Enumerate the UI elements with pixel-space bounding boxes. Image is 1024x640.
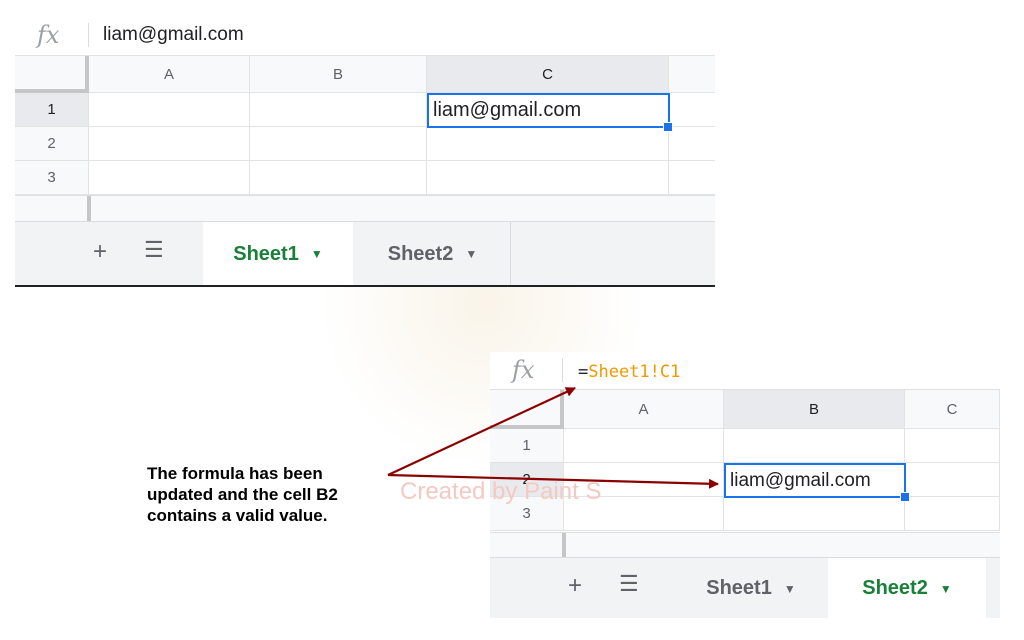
cell-a1[interactable]	[89, 93, 250, 127]
tab-sheet2[interactable]: Sheet2 ▼	[828, 558, 986, 618]
table-row: 1	[490, 429, 1000, 463]
column-header-b[interactable]: B	[724, 390, 905, 429]
tab-label: Sheet2	[862, 577, 928, 599]
formula-input[interactable]: =Sheet1!C1	[578, 361, 680, 383]
cell-a2[interactable]	[89, 127, 250, 161]
row-header-2[interactable]: 2	[15, 127, 89, 161]
fx-icon: fx	[37, 21, 60, 49]
cell-b2[interactable]	[250, 127, 427, 161]
row-header-3[interactable]: 3	[15, 161, 89, 195]
cell-b3[interactable]	[724, 497, 905, 531]
cell-d1[interactable]	[669, 93, 715, 127]
tab-sheet1[interactable]: Sheet1 ▼	[203, 222, 353, 285]
column-header-a[interactable]: A	[564, 390, 724, 429]
tab-sheet2[interactable]: Sheet2 ▼	[355, 222, 510, 285]
watermark-text: Created by Paint S	[400, 478, 602, 505]
frozen-divider	[562, 533, 566, 558]
formula-bar: fx liam@gmail.com	[15, 15, 715, 56]
horizontal-scroll-area	[490, 532, 1000, 558]
list-icon[interactable]: ☰	[619, 571, 639, 597]
tab-label: Sheet2	[387, 242, 454, 265]
cell-c3[interactable]	[427, 161, 669, 195]
column-header-c[interactable]: C	[905, 390, 1000, 429]
column-header-d[interactable]	[669, 56, 715, 93]
annotation-line-1: The formula has been	[147, 464, 323, 483]
formula-bar: fx =Sheet1!C1	[490, 352, 1000, 390]
cell-c3[interactable]	[905, 497, 1000, 531]
plus-icon[interactable]: +	[93, 238, 107, 266]
fx-icon: fx	[512, 356, 535, 384]
caret-down-icon: ▼	[783, 581, 796, 596]
fill-handle[interactable]	[900, 492, 910, 502]
caret-down-icon: ▼	[310, 247, 323, 261]
tab-label: Sheet1	[706, 577, 772, 599]
tab-divider	[510, 222, 511, 285]
column-header-row: A B C	[490, 390, 1000, 429]
sheet-tab-bar: + ☰ Sheet1 ▼ Sheet2 ▼	[490, 557, 1000, 618]
formula-bar-divider	[562, 358, 563, 382]
plus-icon[interactable]: +	[568, 572, 582, 600]
frozen-divider	[87, 196, 91, 222]
select-all-corner[interactable]	[490, 390, 564, 429]
sheet1-screenshot: fx liam@gmail.com A B C 1 2 3 liam@gmail…	[15, 15, 715, 287]
cell-c1-selected[interactable]: liam@gmail.com	[427, 93, 670, 128]
formula-reference: Sheet1!C1	[588, 362, 681, 382]
formula-bar-divider	[88, 23, 89, 47]
horizontal-scroll-area	[15, 195, 715, 222]
annotation-line-2: updated and the cell B2	[147, 485, 338, 504]
cell-d3[interactable]	[669, 161, 715, 195]
cell-b1[interactable]	[724, 429, 905, 463]
caret-down-icon: ▼	[939, 581, 952, 596]
select-all-corner[interactable]	[15, 56, 89, 93]
list-icon[interactable]: ☰	[144, 237, 164, 263]
formula-input[interactable]: liam@gmail.com	[103, 24, 244, 46]
column-header-c[interactable]: C	[427, 56, 669, 93]
table-row: 3	[15, 161, 715, 195]
cell-b3[interactable]	[250, 161, 427, 195]
fill-handle[interactable]	[663, 122, 673, 132]
sheet-tab-bar: + ☰ Sheet1 ▼ Sheet2 ▼	[15, 221, 715, 285]
table-row: 2	[15, 127, 715, 161]
column-header-row: A B C	[15, 56, 715, 93]
row-header-1[interactable]: 1	[15, 93, 89, 127]
cell-c2[interactable]	[905, 463, 1000, 497]
column-header-a[interactable]: A	[89, 56, 250, 93]
tab-label: Sheet1	[233, 242, 299, 265]
annotation-line-3: contains a valid value.	[147, 506, 328, 525]
cell-d2[interactable]	[669, 127, 715, 161]
cell-a3[interactable]	[89, 161, 250, 195]
column-header-b[interactable]: B	[250, 56, 427, 93]
cell-c2[interactable]	[427, 127, 669, 161]
cell-a1[interactable]	[564, 429, 724, 463]
caret-down-icon: ▼	[465, 247, 478, 261]
row-header-1[interactable]: 1	[490, 429, 564, 463]
cell-c1[interactable]	[905, 429, 1000, 463]
tab-sheet1[interactable]: Sheet1 ▼	[676, 558, 826, 618]
annotation-text: The formula has been updated and the cel…	[147, 463, 417, 526]
formula-equals: =	[578, 362, 589, 382]
cell-b1[interactable]	[250, 93, 427, 127]
cell-b2-selected[interactable]: liam@gmail.com	[724, 463, 906, 498]
